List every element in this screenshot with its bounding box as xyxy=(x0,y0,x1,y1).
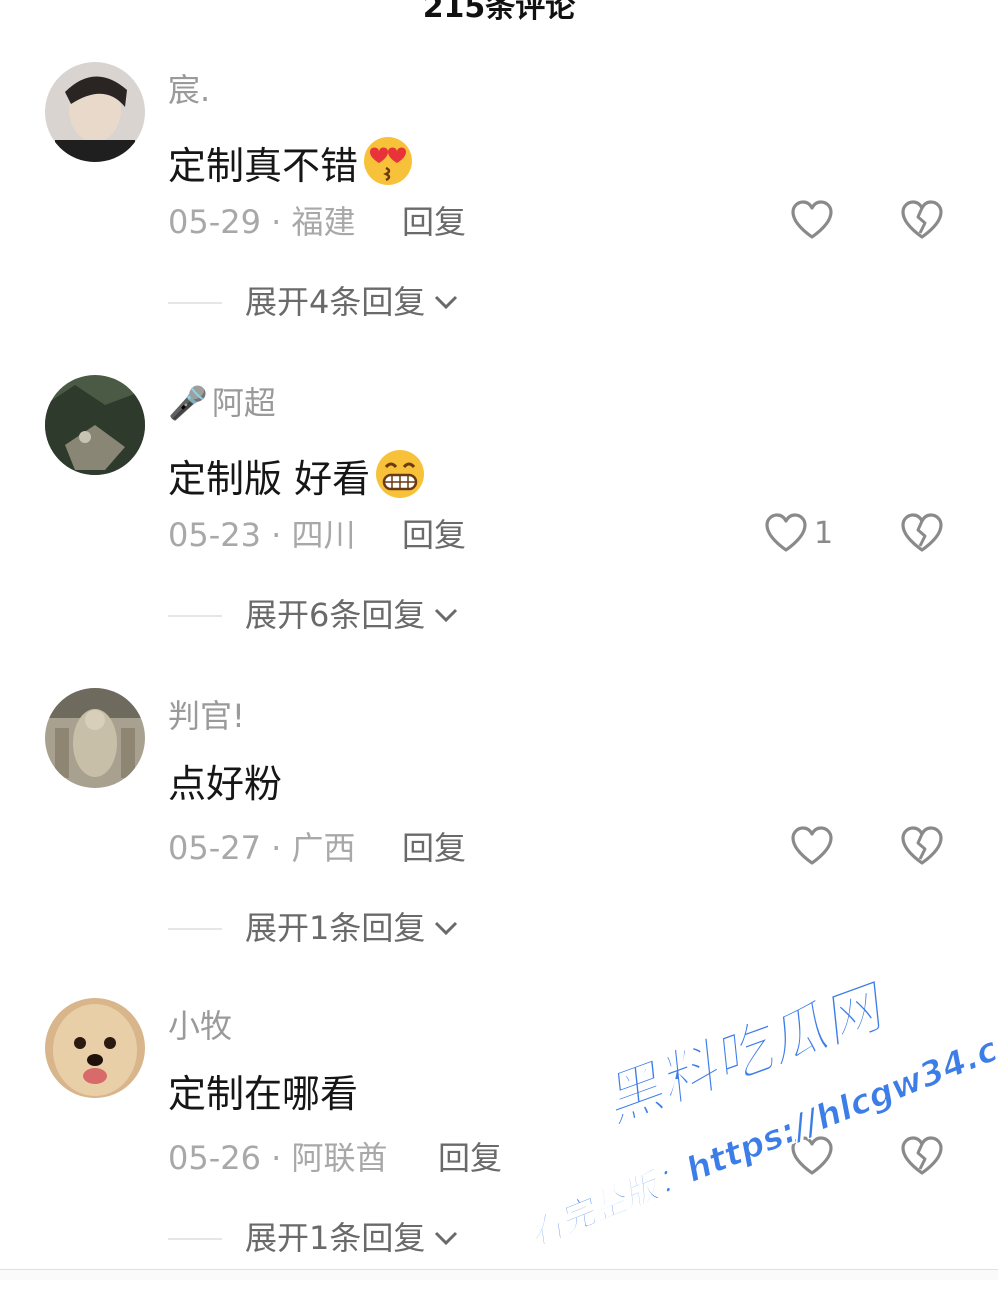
broken-heart-icon xyxy=(901,826,943,865)
expand-replies-button[interactable]: 展开1条回复 xyxy=(245,1218,459,1258)
username[interactable]: 小牧 xyxy=(168,1006,232,1046)
avatar[interactable] xyxy=(45,375,145,475)
reply-button[interactable]: 回复 xyxy=(402,202,466,242)
comment-location: 广西 xyxy=(291,829,356,867)
comment-body: 点好粉 xyxy=(168,762,283,806)
like-button[interactable] xyxy=(790,199,840,241)
broken-heart-icon xyxy=(901,513,943,552)
broken-heart-icon xyxy=(901,200,943,239)
comment-body: 定制版 好看 xyxy=(168,456,371,501)
username-text: 阿超 xyxy=(211,384,276,422)
like-count: 1 xyxy=(814,515,834,551)
expand-label: 展开4条回复 xyxy=(245,283,426,321)
avatar[interactable] xyxy=(45,998,145,1098)
expand-divider xyxy=(168,928,222,930)
grinning-emoji-icon xyxy=(372,447,428,510)
heart-eyes-emoji-icon xyxy=(360,134,416,197)
comment-date: 05-26 xyxy=(168,1139,261,1177)
like-button[interactable] xyxy=(790,825,840,867)
chevron-down-icon xyxy=(435,921,458,936)
broken-heart-icon xyxy=(901,1136,943,1175)
meta-separator: · xyxy=(260,203,292,241)
comment-meta: 05-23 · 四川 xyxy=(168,515,356,555)
meta-separator: · xyxy=(260,1139,292,1177)
username[interactable]: 🎤 阿超 xyxy=(168,383,276,423)
expand-label: 展开1条回复 xyxy=(245,1219,426,1257)
comment-item: 🎤 阿超 定制版 好看 05-23 · 四川 回复 1 展开6条回复 xyxy=(0,375,998,688)
comment-count-title: 215条评论 xyxy=(422,0,576,25)
comment-date: 05-27 xyxy=(168,829,261,867)
expand-divider xyxy=(168,615,222,617)
bottom-input-bar xyxy=(0,1269,998,1280)
like-button[interactable]: 1 xyxy=(764,512,833,554)
comment-location: 阿联酋 xyxy=(291,1139,388,1177)
expand-replies-button[interactable]: 展开1条回复 xyxy=(245,908,459,948)
expand-replies-button[interactable]: 展开6条回复 xyxy=(245,595,459,635)
comment-meta: 05-29 · 福建 xyxy=(168,202,356,242)
reply-button[interactable]: 回复 xyxy=(438,1138,502,1178)
avatar[interactable] xyxy=(45,62,145,162)
avatar[interactable] xyxy=(45,688,145,788)
username[interactable]: 宸. xyxy=(168,70,210,110)
expand-divider xyxy=(168,1238,222,1240)
comment-text: 定制在哪看 xyxy=(168,1070,358,1118)
comment-date: 05-29 xyxy=(168,203,261,241)
comment-body: 定制在哪看 xyxy=(168,1072,359,1116)
heart-icon xyxy=(791,826,833,865)
expand-divider xyxy=(168,302,222,304)
dislike-button[interactable] xyxy=(900,1135,944,1181)
heart-icon xyxy=(765,513,807,552)
comment-text: 定制版 好看 xyxy=(168,447,428,510)
comment-date: 05-23 xyxy=(168,516,261,554)
comment-location: 福建 xyxy=(291,203,356,241)
username[interactable]: 判官! xyxy=(168,696,245,736)
reply-button[interactable]: 回复 xyxy=(402,828,466,868)
chevron-down-icon xyxy=(435,1231,458,1246)
comment-body: 定制真不错 xyxy=(168,143,359,188)
meta-separator: · xyxy=(260,516,292,554)
chevron-down-icon xyxy=(435,608,458,623)
expand-label: 展开6条回复 xyxy=(245,596,426,634)
comment-meta: 05-27 · 广西 xyxy=(168,828,356,868)
comment-meta: 05-26 · 阿联酋 xyxy=(168,1138,388,1178)
heart-icon xyxy=(791,200,833,239)
meta-separator: · xyxy=(260,829,292,867)
reply-button[interactable]: 回复 xyxy=(402,515,466,555)
expand-label: 展开1条回复 xyxy=(245,909,426,947)
dislike-button[interactable] xyxy=(900,512,944,558)
comment-item: 判官! 点好粉 05-27 · 广西 回复 展开1条回复 xyxy=(0,688,998,1001)
microphone-icon: 🎤 xyxy=(168,384,208,422)
comment-text: 点好粉 xyxy=(168,760,282,808)
expand-replies-button[interactable]: 展开4条回复 xyxy=(245,282,459,322)
dislike-button[interactable] xyxy=(900,825,944,871)
comment-item: 宸. 定制真不错 05-29 · 福建 回复 展开4条回复 xyxy=(0,62,998,375)
comment-location: 四川 xyxy=(291,516,356,554)
comment-text: 定制真不错 xyxy=(168,134,416,197)
chevron-down-icon xyxy=(435,295,458,310)
dislike-button[interactable] xyxy=(900,199,944,245)
